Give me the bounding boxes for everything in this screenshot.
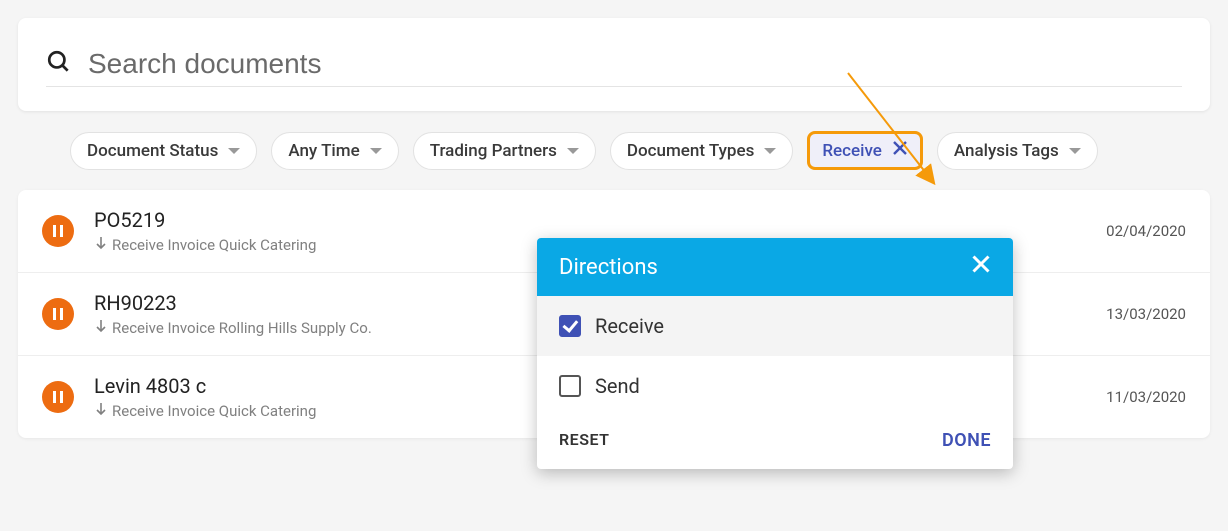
status-paused-icon — [42, 215, 74, 247]
search-card — [18, 18, 1210, 111]
filter-any-time[interactable]: Any Time — [271, 132, 398, 170]
popup-title: Directions — [559, 255, 658, 280]
directions-popup: Directions Receive Send RESET DONE — [537, 238, 1013, 469]
checkbox-checked-icon[interactable] — [559, 315, 581, 337]
filter-label: Receive — [822, 141, 882, 161]
search-icon — [46, 49, 72, 79]
popup-footer: RESET DONE — [537, 416, 1013, 469]
filter-bar: Document Status Any Time Trading Partner… — [0, 111, 1228, 190]
document-sub-text: Receive Invoice Quick Catering — [112, 236, 316, 254]
done-button[interactable]: DONE — [942, 430, 991, 451]
document-date: 13/03/2020 — [1106, 305, 1186, 323]
checkbox-unchecked-icon[interactable] — [559, 375, 581, 397]
filter-label: Document Status — [87, 141, 218, 161]
filter-trading-partners[interactable]: Trading Partners — [413, 132, 596, 170]
status-paused-icon — [42, 298, 74, 330]
chevron-down-icon — [567, 148, 579, 154]
document-sub-text: Receive Invoice Quick Catering — [112, 402, 316, 420]
chevron-down-icon — [764, 148, 776, 154]
clear-filter-icon[interactable] — [892, 140, 908, 161]
filter-document-status[interactable]: Document Status — [70, 132, 257, 170]
filter-label: Document Types — [627, 141, 754, 161]
chevron-down-icon — [370, 148, 382, 154]
popup-header: Directions — [537, 238, 1013, 296]
search-input[interactable] — [88, 48, 1182, 80]
chevron-down-icon — [1069, 148, 1081, 154]
filter-analysis-tags[interactable]: Analysis Tags — [937, 132, 1098, 170]
filter-label: Analysis Tags — [954, 141, 1059, 161]
option-receive[interactable]: Receive — [537, 296, 1013, 356]
document-id: PO5219 — [94, 208, 1086, 232]
filter-label: Trading Partners — [430, 141, 557, 161]
document-sub-text: Receive Invoice Rolling Hills Supply Co. — [112, 319, 372, 337]
incoming-arrow-icon — [94, 402, 108, 420]
document-date: 02/04/2020 — [1106, 222, 1186, 240]
chevron-down-icon — [228, 148, 240, 154]
option-label: Send — [595, 374, 640, 398]
option-send[interactable]: Send — [537, 356, 1013, 416]
document-date: 11/03/2020 — [1106, 388, 1186, 406]
close-icon[interactable] — [971, 254, 991, 280]
search-row — [46, 48, 1182, 87]
incoming-arrow-icon — [94, 319, 108, 337]
reset-button[interactable]: RESET — [559, 430, 609, 451]
option-label: Receive — [595, 314, 664, 338]
filter-direction-receive[interactable]: Receive — [807, 131, 923, 170]
filter-label: Any Time — [288, 141, 359, 161]
filter-document-types[interactable]: Document Types — [610, 132, 793, 170]
incoming-arrow-icon — [94, 236, 108, 254]
status-paused-icon — [42, 381, 74, 413]
